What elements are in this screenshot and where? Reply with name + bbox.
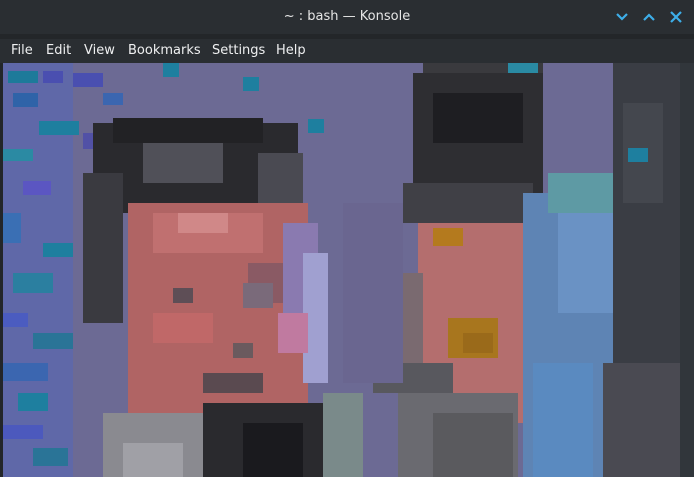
title-bar[interactable]: ~ : bash — Konsole <box>0 0 694 34</box>
menu-bar: File Edit View Bookmarks Settings Help <box>0 39 694 63</box>
menu-view[interactable]: View <box>84 39 115 63</box>
window-title: ~ : bash — Konsole <box>283 9 411 24</box>
menu-settings[interactable]: Settings <box>212 39 265 63</box>
terminal-area[interactable] <box>3 63 680 477</box>
menu-file[interactable]: File <box>11 39 33 63</box>
maximize-button[interactable] <box>639 7 659 27</box>
chevron-down-icon <box>616 13 628 21</box>
konsole-window: ~ : bash — Konsole File Edit View Bookma… <box>0 0 694 477</box>
minimize-button[interactable] <box>612 7 632 27</box>
menu-bookmarks[interactable]: Bookmarks <box>128 39 201 63</box>
scrollbar-handle[interactable] <box>682 63 692 77</box>
close-button[interactable] <box>666 7 686 27</box>
pixelated-image <box>3 63 680 477</box>
terminal-scrollbar[interactable] <box>680 63 694 477</box>
chevron-up-icon <box>643 13 655 21</box>
menu-help[interactable]: Help <box>276 39 306 63</box>
close-icon <box>670 11 682 23</box>
menu-edit[interactable]: Edit <box>46 39 71 63</box>
